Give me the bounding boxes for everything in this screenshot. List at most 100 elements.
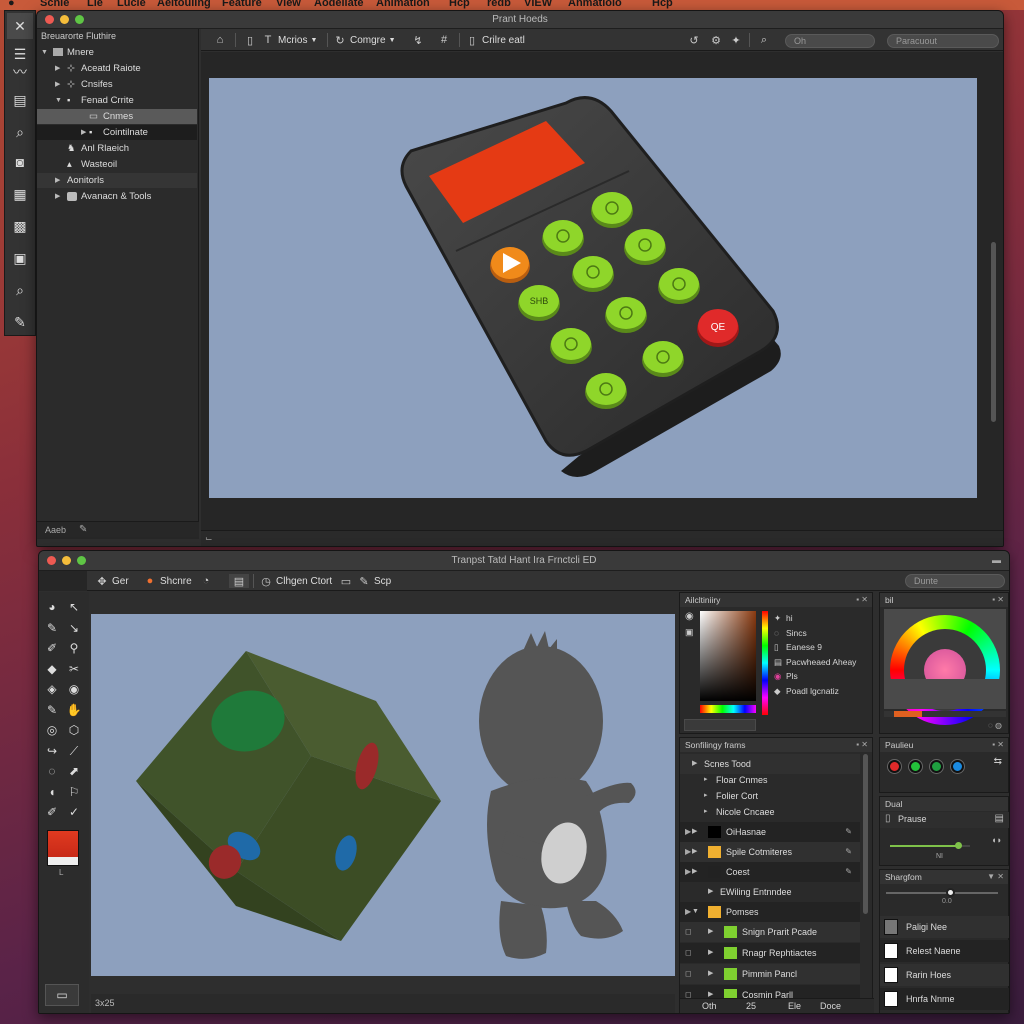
outliner-item[interactable]: ♞ Anl Rlaeich xyxy=(37,141,197,156)
layers-tool-icon[interactable]: ▦ xyxy=(7,181,33,207)
brush-tool-icon[interactable]: ✎ xyxy=(7,309,33,335)
layer-row[interactable]: Rarin Hoes xyxy=(880,964,1009,986)
curve-icon[interactable]: ↯ xyxy=(411,33,425,47)
filter-input[interactable]: Paracuout xyxy=(887,34,999,48)
color-swatch-preview[interactable] xyxy=(47,830,79,866)
visibility-toggle-icon[interactable]: ◻ xyxy=(685,922,692,942)
outliner-item[interactable]: ▼ Mnere xyxy=(37,45,197,60)
menu-item-modulate[interactable]: Aodellate xyxy=(314,0,364,9)
edit-layer-icon[interactable]: ✎ xyxy=(845,862,852,882)
panel-menu-icon[interactable]: ▪ ✕ xyxy=(992,738,1004,752)
lasso-tool-icon[interactable]: ◌ xyxy=(43,762,61,780)
expand-arrow-icon[interactable]: ▼ xyxy=(692,902,699,922)
footer-label[interactable]: Ele xyxy=(788,1001,801,1011)
share-button[interactable]: ● Shcnre xyxy=(143,574,192,588)
prause-row[interactable]: ▯ Prause ▤ xyxy=(880,812,1009,828)
select-tool-icon[interactable]: ↖ xyxy=(65,598,83,616)
visibility-toggle-icon[interactable]: ◻ xyxy=(685,943,692,963)
pencil-tool-icon[interactable]: ✐ xyxy=(43,639,61,657)
fill-tool-icon[interactable]: ◆ xyxy=(43,660,61,678)
apple-menu-icon[interactable]: ● xyxy=(8,0,15,9)
color-chip[interactable] xyxy=(888,760,901,773)
check-tool-icon[interactable]: ✓ xyxy=(65,803,83,821)
panel-menu-icon[interactable]: ▪ ✕ xyxy=(856,738,868,752)
menu-item-modeling[interactable]: Aeltouling xyxy=(157,0,211,9)
outliner-item[interactable]: ▼ ▪ Fenad Crrite xyxy=(37,93,197,108)
scene-panel-scrollbar[interactable] xyxy=(863,754,868,914)
panel-menu-icon[interactable]: ▪ ✕ xyxy=(856,593,868,607)
menu-item-help-2[interactable]: Hcp xyxy=(652,0,673,9)
flag-tool-icon[interactable]: ⚐ xyxy=(65,783,83,801)
mode-dropdown[interactable]: T Mcrios ▼ xyxy=(261,33,318,47)
bottom-search-input[interactable]: Dunte xyxy=(905,574,1005,588)
grid-tool-icon[interactable]: ▩ xyxy=(7,213,33,239)
step-button[interactable]: ✎ Scp xyxy=(357,574,391,588)
document-icon[interactable]: ▯ xyxy=(243,33,257,47)
expand-arrow-icon[interactable]: ▸ xyxy=(704,802,708,822)
menu-item-render[interactable]: redb xyxy=(487,0,511,9)
color-panel-item[interactable]: ◆ Poadl lgcnatiz xyxy=(774,686,872,700)
eyedropper-icon[interactable]: ◉ xyxy=(685,611,694,622)
visibility-toggle-icon[interactable]: ▶ xyxy=(685,902,691,922)
rainbow-wheel[interactable] xyxy=(884,609,1006,725)
panel-menu-icon[interactable]: ▪ ✕ xyxy=(992,593,1004,607)
expand-arrow-icon[interactable]: ▶ xyxy=(708,943,713,963)
chain-button[interactable]: ◷ Clhgen Ctort xyxy=(259,574,332,588)
zoom-tool-icon[interactable]: ⌕ xyxy=(7,277,33,303)
hue-strip[interactable] xyxy=(762,611,768,715)
color-panel-item[interactable]: ✦ hi xyxy=(774,613,872,627)
scene-layer-row[interactable]: ▸ Nicole Cncaee xyxy=(680,802,860,822)
redo-tool-icon[interactable]: ↪ xyxy=(43,742,61,760)
expand-arrow-icon[interactable]: ▶ xyxy=(708,882,713,902)
outliner-item[interactable]: ▶ Aonitorls xyxy=(37,173,197,188)
search-input[interactable]: Oh xyxy=(785,34,875,48)
menu-item-view[interactable]: View xyxy=(276,0,301,9)
panel-menu-icon[interactable]: ▼ ✕ xyxy=(987,870,1004,884)
menu-item-view-2[interactable]: VIEW xyxy=(524,0,552,9)
search-icon[interactable]: ⌕ xyxy=(757,33,771,47)
visibility-toggle-icon[interactable]: ▶ xyxy=(685,862,691,882)
scene-layer-row[interactable]: ▶ ▶ Spile Cotmiteres ✎ xyxy=(680,842,860,862)
visibility-toggle-icon[interactable]: ▶ xyxy=(685,822,691,842)
edit-button[interactable]: ▯ Crilre eatl xyxy=(465,33,525,47)
wheel-tools-icon[interactable]: ◌ ◍ xyxy=(988,721,1002,730)
menu-item-animation[interactable]: Animation xyxy=(376,0,430,9)
pin-tool-icon[interactable]: ⚲ xyxy=(65,639,83,657)
clipboard-tool-icon[interactable]: ▤ xyxy=(7,87,33,113)
arrow-tool-icon[interactable]: ⬈ xyxy=(65,762,83,780)
scene-layer-row[interactable]: ▶ ▶ Coest ✎ xyxy=(680,862,860,882)
slider-knob[interactable] xyxy=(955,842,962,849)
pin-icon[interactable]: ✦ xyxy=(729,33,743,47)
refresh-icon[interactable]: ↺ xyxy=(687,33,701,47)
export-icon[interactable]: ▭ xyxy=(45,984,79,1006)
monitor-icon[interactable]: ▭ xyxy=(339,574,353,588)
cut-tool-icon[interactable]: ✂ xyxy=(65,660,83,678)
visibility-toggle-icon[interactable]: ▶ xyxy=(685,842,691,862)
color-value-field[interactable] xyxy=(684,719,756,731)
outliner-item[interactable]: ▶ ⊹ Cnsifes xyxy=(37,77,197,92)
scene-layer-row[interactable]: ◻ ▶ Rnagr Rephtiactes xyxy=(680,943,860,963)
hand-tool-icon[interactable]: ✋ xyxy=(65,701,83,719)
half-tool-icon[interactable]: ◖ xyxy=(43,783,61,801)
color-panel-item[interactable]: ▯ Eanese 9 xyxy=(774,642,872,656)
layer-row[interactable]: Paligi Nee xyxy=(880,916,1009,938)
rotate-icon[interactable]: ◔ xyxy=(199,574,213,588)
picker-toggle-icon[interactable]: ▣ xyxy=(685,627,694,638)
viewport-3d-bottom[interactable] xyxy=(91,614,675,976)
expand-arrow-icon[interactable]: ▶ xyxy=(708,922,713,942)
outliner-item[interactable]: ▴ Wasteoil xyxy=(37,157,197,172)
color-chip[interactable] xyxy=(909,760,922,773)
outliner-item-selected[interactable]: ▭ Cnmes xyxy=(37,109,197,124)
layer-row[interactable]: Hnrfa Nnme xyxy=(880,988,1009,1010)
sliders-icon[interactable]: ⇆ xyxy=(994,756,1002,767)
search-tool-icon[interactable]: ⌕ xyxy=(7,119,33,145)
outliner-item[interactable]: ▶ ▪ Cointilnate xyxy=(37,125,197,140)
color-panel-item[interactable]: ◉ Pls xyxy=(774,671,872,685)
viewport-scrollbar[interactable] xyxy=(991,242,996,422)
saturation-field[interactable] xyxy=(700,611,756,701)
menu-item-edit[interactable]: Lucle xyxy=(117,0,146,9)
shape-tool-icon[interactable]: ◈ xyxy=(43,680,61,698)
expand-arrow-icon[interactable]: ▶ xyxy=(692,862,697,882)
menu-item-file[interactable]: Lle xyxy=(87,0,103,9)
edit-layer-icon[interactable]: ✎ xyxy=(845,842,852,862)
